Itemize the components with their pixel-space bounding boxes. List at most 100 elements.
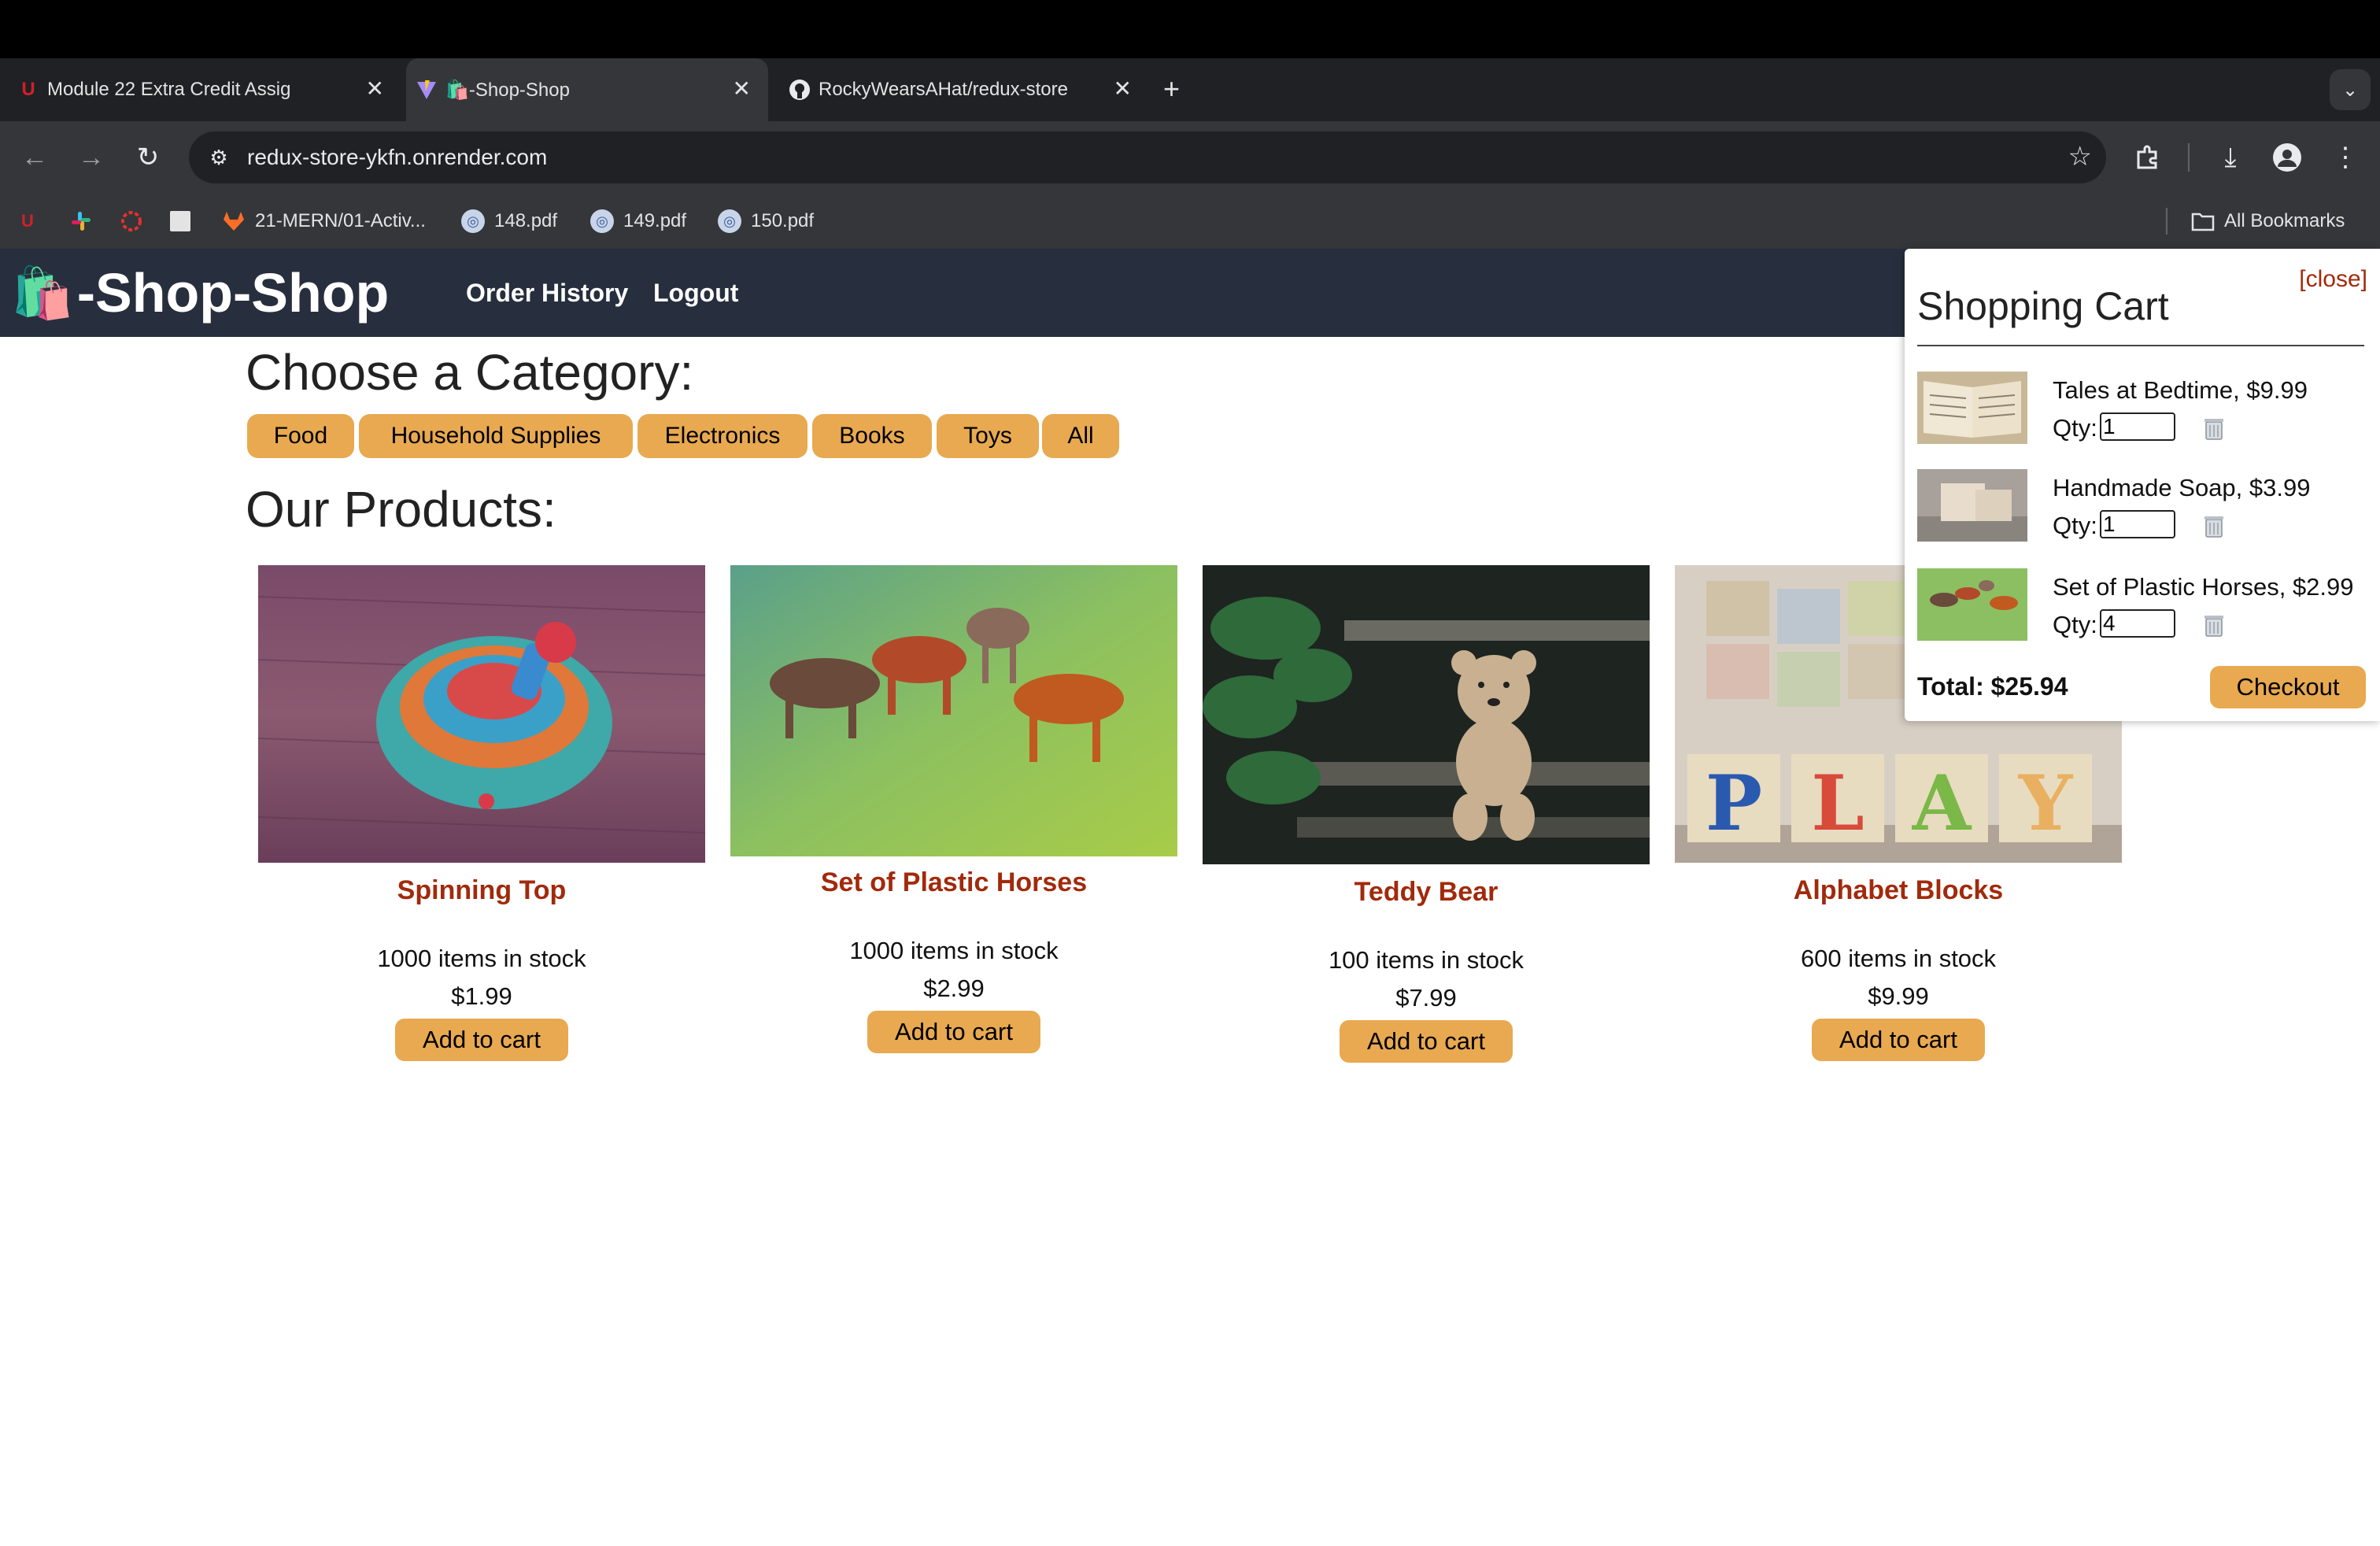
bookmark-slack[interactable]: [69, 208, 102, 235]
product-name[interactable]: Spinning Top: [258, 875, 705, 906]
close-icon[interactable]: ✕: [1114, 76, 1132, 102]
address-bar[interactable]: ⚙ redux-store-ykfn.onrender.com ☆: [189, 131, 2106, 183]
category-books-button[interactable]: Books: [812, 414, 932, 458]
spinning-top-image[interactable]: [258, 565, 705, 863]
svg-text:A: A: [1912, 759, 1972, 848]
site-logo[interactable]: 🛍️ -Shop-Shop: [11, 249, 389, 337]
shopping-bags-icon: 🛍️: [11, 264, 74, 321]
cart-title: Shopping Cart: [1917, 284, 2169, 328]
bookmark-150[interactable]: ◎ 150.pdf: [718, 208, 814, 235]
bookmark-label: 21-MERN/01-Activ...: [255, 210, 426, 231]
close-icon[interactable]: ✕: [366, 76, 384, 102]
bookmarks-bar: U 21-MERN/01-Activ... ◎ 148.pdf ◎ 149.pd…: [0, 194, 2380, 249]
svg-text:L: L: [1811, 759, 1864, 848]
gitlab-icon: [222, 209, 246, 233]
divider: [2166, 208, 2168, 235]
github-icon: [787, 77, 812, 102]
profile-avatar-icon[interactable]: [2268, 139, 2306, 176]
qty-label: Qty:: [2053, 512, 2097, 539]
tab-github[interactable]: RockyWearsAHat/redux-store ✕: [779, 58, 1149, 121]
globe-icon: ◎: [461, 209, 485, 233]
os-menu-bar: [0, 0, 2380, 58]
trash-icon[interactable]: [2202, 416, 2226, 441]
tab-search-chevron-icon[interactable]: ⌄: [2330, 69, 2371, 110]
address-bar-row: ← → ↻ ⚙ redux-store-ykfn.onrender.com ☆ …: [0, 121, 2380, 194]
plastic-horses-image[interactable]: [730, 565, 1177, 856]
tab-module-22[interactable]: U Module 22 Extra Credit Assig ✕: [8, 58, 401, 121]
logout-link[interactable]: Logout: [653, 249, 738, 337]
product-name[interactable]: Set of Plastic Horses: [730, 867, 1177, 898]
vite-icon: [414, 77, 439, 102]
category-electronics-button[interactable]: Electronics: [638, 414, 808, 458]
reload-icon[interactable]: ↻: [129, 139, 167, 176]
add-to-cart-button[interactable]: Add to cart: [1812, 1019, 1985, 1061]
cart-item: Set of Plastic Horses, $2.99 Qty:: [1917, 568, 2374, 647]
add-to-cart-button[interactable]: Add to cart: [395, 1019, 568, 1061]
bookmark-gitlab[interactable]: 21-MERN/01-Activ...: [222, 208, 426, 235]
globe-icon: ◎: [718, 209, 741, 233]
url-text[interactable]: redux-store-ykfn.onrender.com: [247, 131, 547, 183]
bookmark-148[interactable]: ◎ 148.pdf: [461, 208, 557, 235]
bookmark-star-icon[interactable]: ☆: [2068, 141, 2092, 172]
menu-kebab-icon[interactable]: ⋮: [2326, 139, 2364, 176]
quantity-input[interactable]: [2100, 412, 2175, 441]
all-bookmarks-button[interactable]: All Bookmarks: [2191, 208, 2345, 235]
close-icon[interactable]: ✕: [733, 76, 751, 102]
cart-item-name: Tales at Bedtime, $9.99: [2053, 376, 2308, 404]
quantity-input[interactable]: [2100, 510, 2175, 538]
plastic-horses-thumbnail: [1917, 568, 2027, 641]
bookmark-149[interactable]: ◎ 149.pdf: [590, 208, 686, 235]
site-settings-icon[interactable]: ⚙: [206, 145, 231, 170]
add-to-cart-button[interactable]: Add to cart: [867, 1011, 1040, 1053]
logo-text: -Shop-Shop: [76, 262, 390, 324]
bookmark-u[interactable]: U: [16, 208, 49, 235]
product-price: $1.99: [451, 982, 512, 1010]
product-price: $2.99: [923, 975, 985, 1002]
tab-shop-shop[interactable]: 🛍️-Shop-Shop ✕: [406, 58, 768, 121]
divider: [1917, 345, 2364, 346]
back-arrow-icon[interactable]: ←: [16, 139, 54, 176]
bookmark-label: 150.pdf: [751, 210, 815, 231]
category-all-button[interactable]: All: [1042, 414, 1119, 458]
u-logo-icon: U: [21, 79, 35, 100]
category-household-button[interactable]: Household Supplies: [359, 414, 633, 458]
teddy-bear-image[interactable]: [1203, 565, 1650, 864]
tab-strip: U Module 22 Extra Credit Assig ✕ 🛍️-Shop…: [0, 58, 2380, 121]
product-name[interactable]: Alphabet Blocks: [1675, 875, 2122, 906]
download-icon[interactable]: ⤓: [2212, 139, 2249, 176]
new-tab-button[interactable]: +: [1163, 72, 1180, 105]
bookmark-canvas[interactable]: [120, 208, 153, 235]
product-price: $7.99: [1395, 984, 1457, 1012]
product-stock: 100 items in stock: [1328, 946, 1524, 974]
globe-icon: ◎: [590, 209, 614, 233]
category-heading: Choose a Category:: [246, 344, 694, 401]
product-stock: 1000 items in stock: [377, 945, 586, 972]
category-food-button[interactable]: Food: [247, 414, 354, 458]
bookmark-label: 148.pdf: [494, 210, 558, 231]
category-toys-button[interactable]: Toys: [937, 414, 1039, 458]
product-price: $9.99: [1868, 982, 1929, 1010]
product-stock: 600 items in stock: [1800, 945, 1997, 972]
soap-thumbnail: [1917, 469, 2027, 542]
checkout-button[interactable]: Checkout: [2210, 666, 2366, 708]
cart-item-name: Handmade Soap, $3.99: [2053, 474, 2311, 501]
quantity-input[interactable]: [2100, 609, 2175, 638]
trash-icon[interactable]: [2202, 513, 2226, 538]
tab-title: Module 22 Extra Credit Assig: [47, 79, 291, 100]
cart-close-link[interactable]: [close]: [2299, 266, 2367, 293]
folder-icon: [2191, 209, 2215, 233]
trash-icon[interactable]: [2202, 612, 2226, 638]
add-to-cart-button[interactable]: Add to cart: [1340, 1020, 1513, 1063]
svg-text:Y: Y: [2018, 759, 2074, 848]
cart-total: Total: $25.94: [1917, 672, 2068, 701]
canvas-icon: [120, 209, 143, 233]
product-name[interactable]: Teddy Bear: [1203, 877, 1650, 908]
all-bookmarks-label: All Bookmarks: [2224, 210, 2345, 231]
order-history-link[interactable]: Order History: [466, 249, 628, 337]
tab-title: 🛍️-Shop-Shop: [445, 79, 570, 101]
bookmark-chart[interactable]: [170, 208, 200, 235]
svg-text:P: P: [1706, 759, 1762, 848]
forward-arrow-icon[interactable]: →: [72, 139, 110, 176]
extensions-icon[interactable]: [2128, 139, 2166, 176]
cart-item: Handmade Soap, $3.99 Qty:: [1917, 469, 2374, 548]
